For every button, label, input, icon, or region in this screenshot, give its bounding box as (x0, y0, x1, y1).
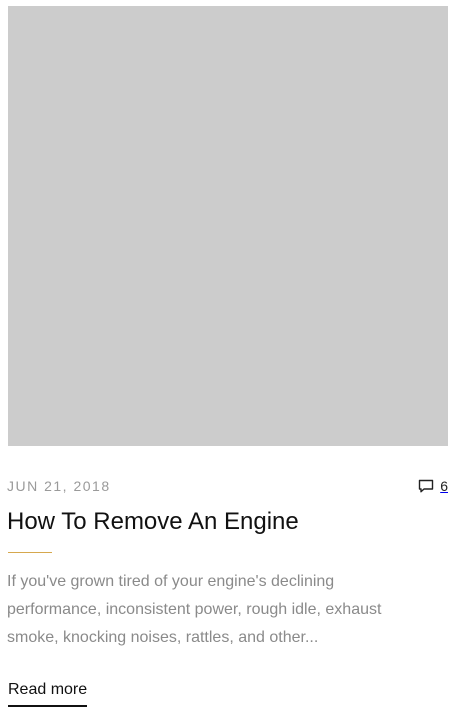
post-featured-image[interactable] (8, 6, 448, 446)
comments-link[interactable]: 6 (418, 476, 448, 496)
blog-post-card: JUN 21, 2018 6 How To Remove An Engine I… (0, 0, 454, 716)
post-date: JUN 21, 2018 (7, 478, 111, 494)
comment-bubble-icon (419, 479, 434, 493)
post-excerpt: If you've grown tired of your engine's d… (7, 573, 382, 646)
read-more-link[interactable]: Read more (8, 678, 88, 707)
title-divider (8, 552, 52, 553)
comments-count: 6 (440, 478, 448, 494)
post-title[interactable]: How To Remove An Engine (7, 506, 299, 538)
